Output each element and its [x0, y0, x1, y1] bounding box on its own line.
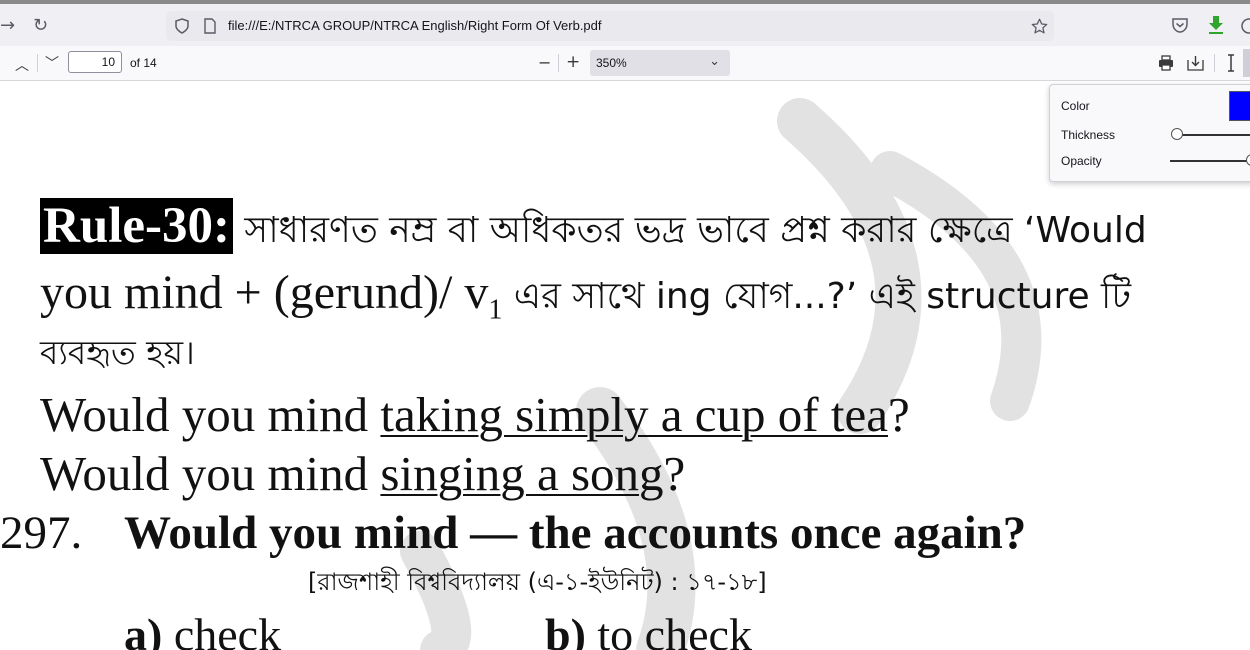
option-a-text: check — [162, 609, 282, 650]
pocket-icon[interactable] — [1171, 17, 1189, 34]
draw-tool-button[interactable] — [1243, 49, 1250, 77]
color-label: Color — [1061, 99, 1090, 113]
example-2-end: ? — [663, 446, 686, 501]
pdf-toolbar: ︿ ﹀ of 14 − + 350% ⌄ — [0, 46, 1250, 81]
example-2-start: Would you mind — [40, 446, 381, 501]
extension-icon[interactable] — [1240, 17, 1250, 35]
thickness-label: Thickness — [1061, 128, 1116, 142]
option-a: a) check — [124, 605, 281, 650]
ink-settings-panel: Color Thickness Opacity — [1049, 84, 1250, 182]
rule-label: Rule-30: — [40, 198, 233, 254]
url-text[interactable]: file:///E:/NTRCA GROUP/NTRCA English/Rig… — [228, 18, 602, 33]
page-icon — [204, 18, 216, 34]
zoom-value: 350% — [596, 56, 627, 70]
previous-page-icon[interactable]: ︿ — [15, 55, 29, 75]
opacity-label: Opacity — [1061, 154, 1102, 168]
browser-navbar: → ↻ file:///E:/NTRCA GROUP/NTRCA English… — [0, 4, 1250, 46]
color-swatch[interactable] — [1229, 91, 1250, 121]
save-icon[interactable] — [1187, 55, 1204, 71]
thickness-slider[interactable] — [1177, 134, 1250, 136]
toolbar-divider — [558, 54, 559, 72]
rule-text: সাধারণত নম্র বা অধিকতর ভদ্র ভাবে প্রশ্ন … — [232, 210, 1147, 251]
example-sentence-1: Would you mind taking simply a cup of te… — [40, 384, 910, 446]
toolbar-divider — [37, 54, 38, 72]
rule-line-2-subscript: 1 — [488, 294, 503, 326]
example-1-underlined: taking simply a cup of tea — [380, 387, 888, 442]
bookmark-star-icon[interactable] — [1031, 18, 1048, 35]
opacity-slider[interactable] — [1170, 160, 1250, 162]
question-number: 297. — [0, 507, 83, 559]
rule-line-2-end: এর সাথে ing যোগ...?’ এই structure টি — [502, 276, 1131, 317]
rule-line-1: Rule-30: সাধারণত নম্র বা অধিকতর ভদ্র ভাব… — [40, 194, 1147, 263]
page-number-input[interactable] — [68, 51, 122, 73]
rule-line-2-start: you mind + (gerund)/ v — [40, 266, 489, 319]
thickness-slider-knob[interactable] — [1171, 128, 1183, 140]
text-cursor-icon[interactable] — [1226, 54, 1236, 72]
opacity-slider-knob[interactable] — [1246, 154, 1250, 166]
zoom-in-icon[interactable]: + — [566, 52, 580, 72]
toolbar-divider — [1214, 54, 1215, 72]
rule-line-3: ব্যবহৃত হয়। — [40, 333, 195, 372]
example-2-underlined: singing a song — [380, 446, 664, 501]
rule-line-2: you mind + (gerund)/ v1 এর সাথে ing যোগ.… — [40, 263, 1131, 341]
next-page-icon[interactable]: ﹀ — [45, 53, 59, 73]
reload-icon[interactable]: ↻ — [33, 17, 48, 35]
forward-icon[interactable]: → — [0, 17, 15, 35]
option-b-letter: b) — [545, 609, 586, 650]
print-icon[interactable] — [1158, 55, 1174, 71]
shield-icon[interactable] — [174, 18, 190, 34]
example-1-start: Would you mind — [40, 387, 381, 442]
example-sentence-2: Would you mind singing a song? — [40, 443, 685, 505]
url-bar[interactable]: file:///E:/NTRCA GROUP/NTRCA English/Rig… — [166, 11, 1054, 41]
example-1-end: ? — [887, 387, 910, 442]
chevron-down-icon: ⌄ — [709, 54, 720, 69]
download-icon[interactable] — [1207, 15, 1225, 35]
zoom-select[interactable]: 350% ⌄ — [590, 50, 730, 76]
option-b-text: to check — [585, 609, 752, 650]
option-a-letter: a) — [124, 609, 163, 650]
option-b: b) to check — [545, 605, 752, 650]
question-text: Would you mind — the accounts once again… — [124, 507, 1027, 559]
page-count: of 14 — [130, 56, 157, 70]
question-source: [রাজশাহী বিশ্ববিদ্যালয় (এ-১-ইউনিট) : ১৭… — [308, 568, 767, 596]
zoom-out-icon[interactable]: − — [538, 53, 551, 72]
